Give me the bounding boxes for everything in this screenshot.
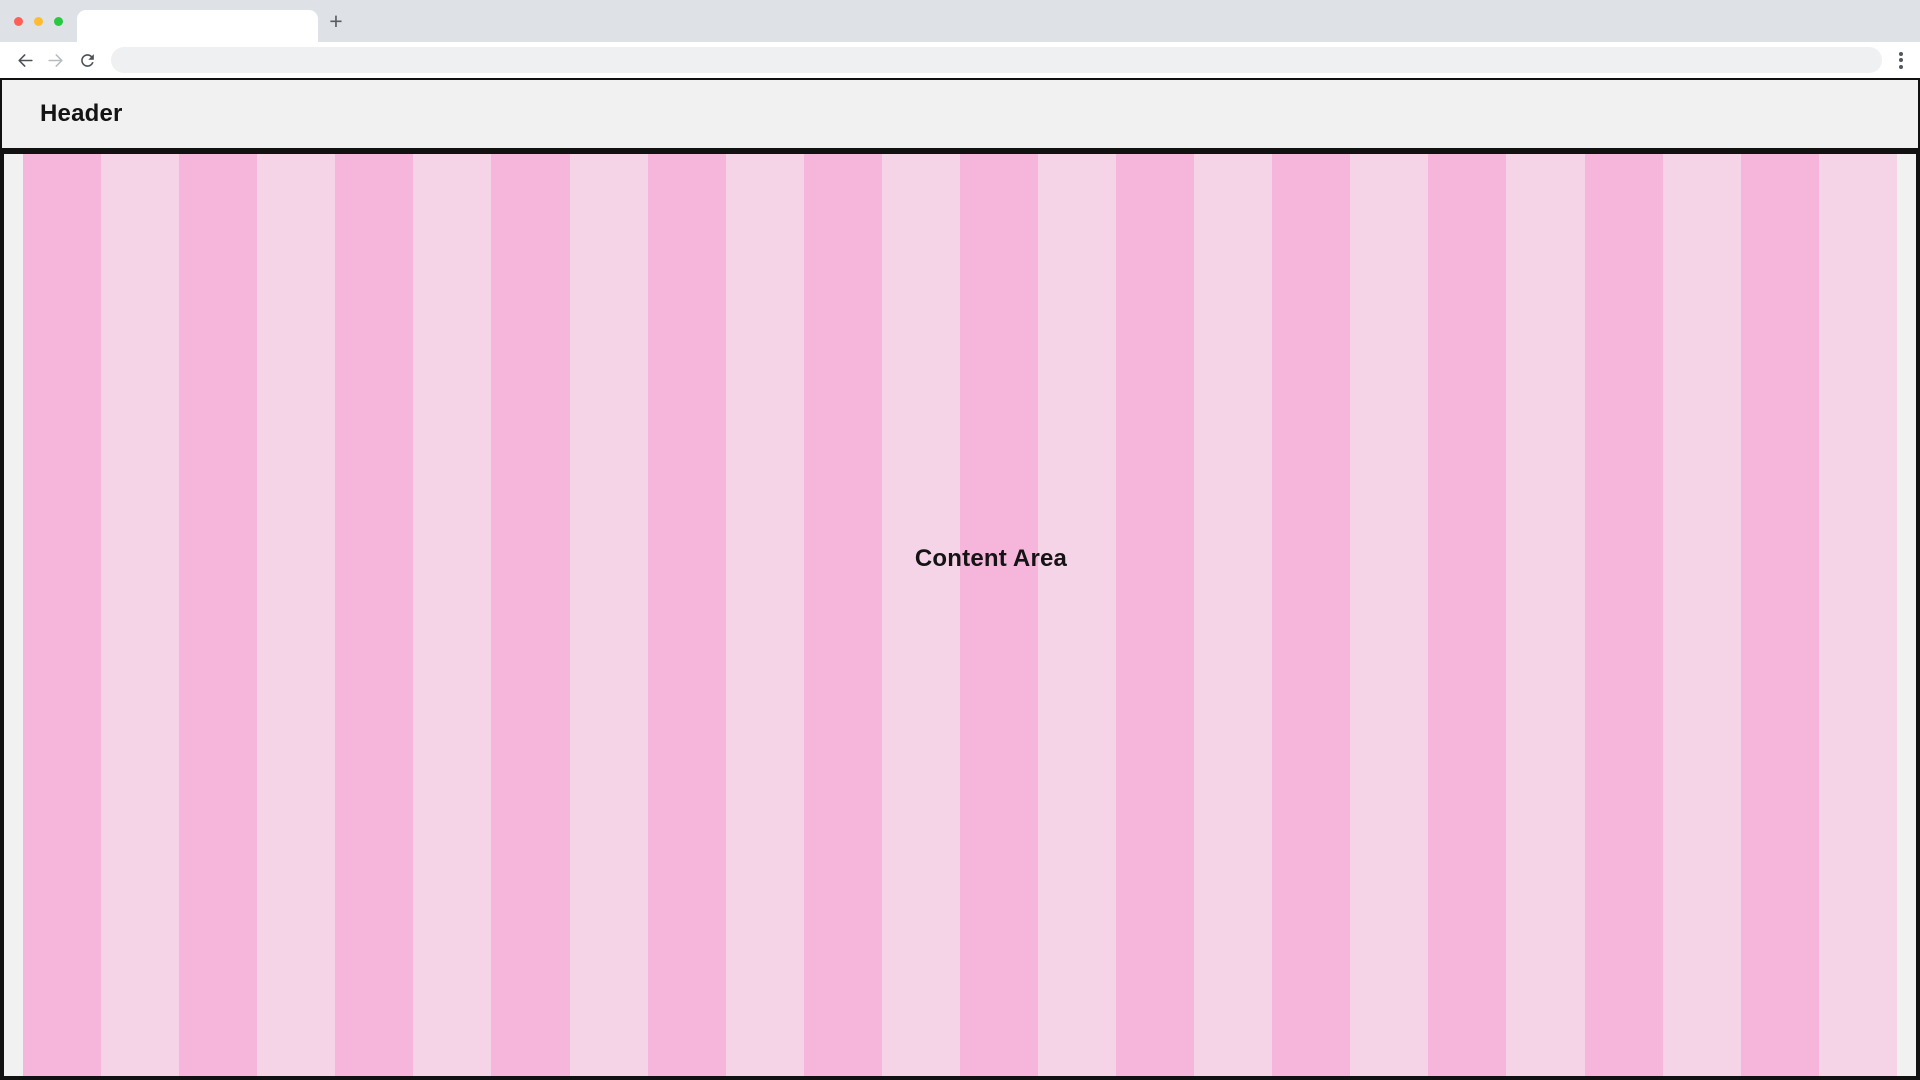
page-header: Header — [0, 78, 1920, 150]
back-arrow-icon — [16, 51, 35, 70]
close-window-button[interactable] — [14, 17, 23, 26]
stripe-column — [179, 154, 257, 1076]
forward-arrow-icon — [46, 51, 65, 70]
zoom-window-button[interactable] — [54, 17, 63, 26]
stripe-column — [570, 154, 648, 1076]
more-menu-icon — [1899, 52, 1903, 56]
stripe-column — [101, 154, 179, 1076]
stripe-column — [1272, 154, 1350, 1076]
stripe-column — [1741, 154, 1819, 1076]
stripe-column — [882, 154, 960, 1076]
window-controls — [14, 0, 63, 42]
browser-window: + Header Co — [0, 0, 1920, 1080]
stripe-column — [491, 154, 569, 1076]
stripe-column — [1428, 154, 1506, 1076]
stripe-column — [1819, 154, 1897, 1076]
stripe-column — [1116, 154, 1194, 1076]
tab-bar: + — [0, 0, 1920, 42]
stripe-column — [960, 154, 1038, 1076]
forward-button[interactable] — [44, 49, 66, 71]
stripe-column — [1663, 154, 1741, 1076]
browser-tab[interactable] — [77, 10, 318, 42]
browser-menu-button[interactable] — [1894, 49, 1908, 71]
stripe-column — [648, 154, 726, 1076]
stripe-column — [726, 154, 804, 1076]
new-tab-button[interactable]: + — [322, 0, 350, 42]
stripe-column — [1350, 154, 1428, 1076]
page-header-title: Header — [40, 100, 123, 128]
reload-button[interactable] — [76, 49, 98, 71]
stripe-column — [257, 154, 335, 1076]
stripe-column — [335, 154, 413, 1076]
browser-toolbar — [0, 42, 1920, 78]
stripe-column — [1038, 154, 1116, 1076]
stripe-column — [804, 154, 882, 1076]
minimize-window-button[interactable] — [34, 17, 43, 26]
address-bar-input[interactable] — [111, 47, 1882, 73]
back-button[interactable] — [14, 49, 36, 71]
stripe-pattern — [23, 154, 1897, 1076]
stripe-column — [23, 154, 101, 1076]
reload-icon — [78, 51, 97, 70]
stripe-column — [1194, 154, 1272, 1076]
stripe-column — [413, 154, 491, 1076]
page-viewport: Header Content Area — [0, 78, 1920, 1080]
stripe-column — [1506, 154, 1584, 1076]
content-area: Content Area — [0, 150, 1920, 1080]
stripe-column — [1585, 154, 1663, 1076]
